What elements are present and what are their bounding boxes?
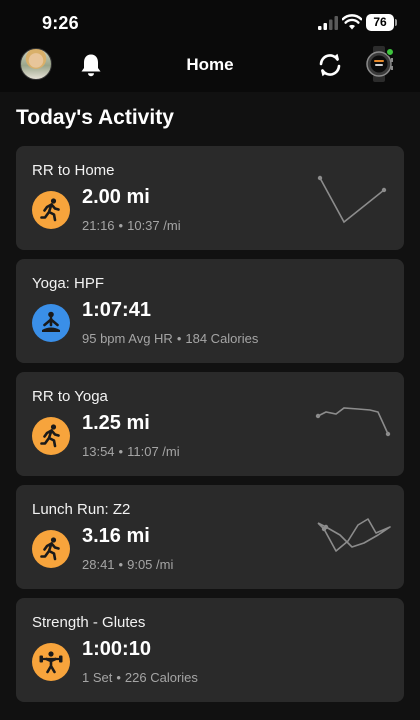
activity-stats: 13:54 • 11:07 /mi xyxy=(82,444,180,459)
activity-title: Lunch Run: Z2 xyxy=(32,501,131,518)
activity-stat-1: 28:41 xyxy=(82,557,115,572)
running-icon xyxy=(32,191,70,229)
activity-stat-1: 1 Set xyxy=(82,670,113,685)
activity-stats: 28:41 • 9:05 /mi xyxy=(82,557,174,572)
yoga-icon xyxy=(32,304,70,342)
activity-value: 1:00:10 xyxy=(82,638,151,660)
activity-stat-2: 11:07 /mi xyxy=(127,444,180,459)
activity-stat-2: 184 Calories xyxy=(185,331,259,346)
running-icon xyxy=(32,417,70,455)
activity-card-rr-to-home[interactable]: RR to Home 2.00 mi 21:16 • 10:37 /mi xyxy=(16,146,404,250)
status-time: 9:26 xyxy=(42,13,79,33)
wifi-icon xyxy=(342,14,362,30)
activity-card-lunch-run[interactable]: Lunch Run: Z2 3.16 mi 28:41 • 9:05 /mi xyxy=(16,485,404,589)
route-map-thumbnail xyxy=(317,175,387,224)
activity-stats: 21:16 • 10:37 /mi xyxy=(82,218,181,233)
activity-stat-2: 10:37 /mi xyxy=(127,218,181,233)
route-map-thumbnail xyxy=(317,518,391,552)
activity-stat-1: 95 bpm Avg HR xyxy=(82,331,173,346)
activity-stat-2: 9:05 /mi xyxy=(127,557,174,572)
activity-card-yoga-hpf[interactable]: Yoga: HPF 1:07:41 95 bpm Avg HR • 184 Calo… xyxy=(16,259,404,363)
device-status-dot xyxy=(386,48,394,56)
activity-value: 1.25 mi xyxy=(82,412,150,434)
activity-title: RR to Home xyxy=(32,162,115,179)
battery-icon: 76 xyxy=(366,14,394,31)
activity-card-rr-to-yoga[interactable]: RR to Yoga 1.25 mi 13:54 • 11:07 /mi xyxy=(16,372,404,476)
app-header: Home xyxy=(0,46,420,92)
activity-stat-1: 13:54 xyxy=(82,444,115,459)
activity-card-strength-glutes[interactable]: Strength - Glutes 1:00:10 1 Set • 226 Calo… xyxy=(16,598,404,702)
activity-value: 2.00 mi xyxy=(82,186,150,208)
activity-stats: 95 bpm Avg HR • 184 Calories xyxy=(82,331,259,346)
activity-title: Yoga: HPF xyxy=(32,275,104,292)
activity-value: 3.16 mi xyxy=(82,525,150,547)
activity-stat-1: 21:16 xyxy=(82,218,115,233)
running-icon xyxy=(32,530,70,568)
activity-title: RR to Yoga xyxy=(32,388,108,405)
status-bar: 9:26 76 xyxy=(0,0,420,46)
signal-icon xyxy=(318,16,338,30)
activity-value: 1:07:41 xyxy=(82,299,151,321)
strength-icon xyxy=(32,643,70,681)
battery-nub xyxy=(395,19,397,26)
route-map-thumbnail xyxy=(315,407,391,437)
sync-icon[interactable] xyxy=(316,51,344,79)
activity-stats: 1 Set • 226 Calories xyxy=(82,670,198,685)
page-title: Home xyxy=(186,55,234,74)
activity-stat-2: 226 Calories xyxy=(124,670,198,685)
activity-title: Strength - Glutes xyxy=(32,614,146,631)
section-title: Today's Activity xyxy=(16,106,174,129)
